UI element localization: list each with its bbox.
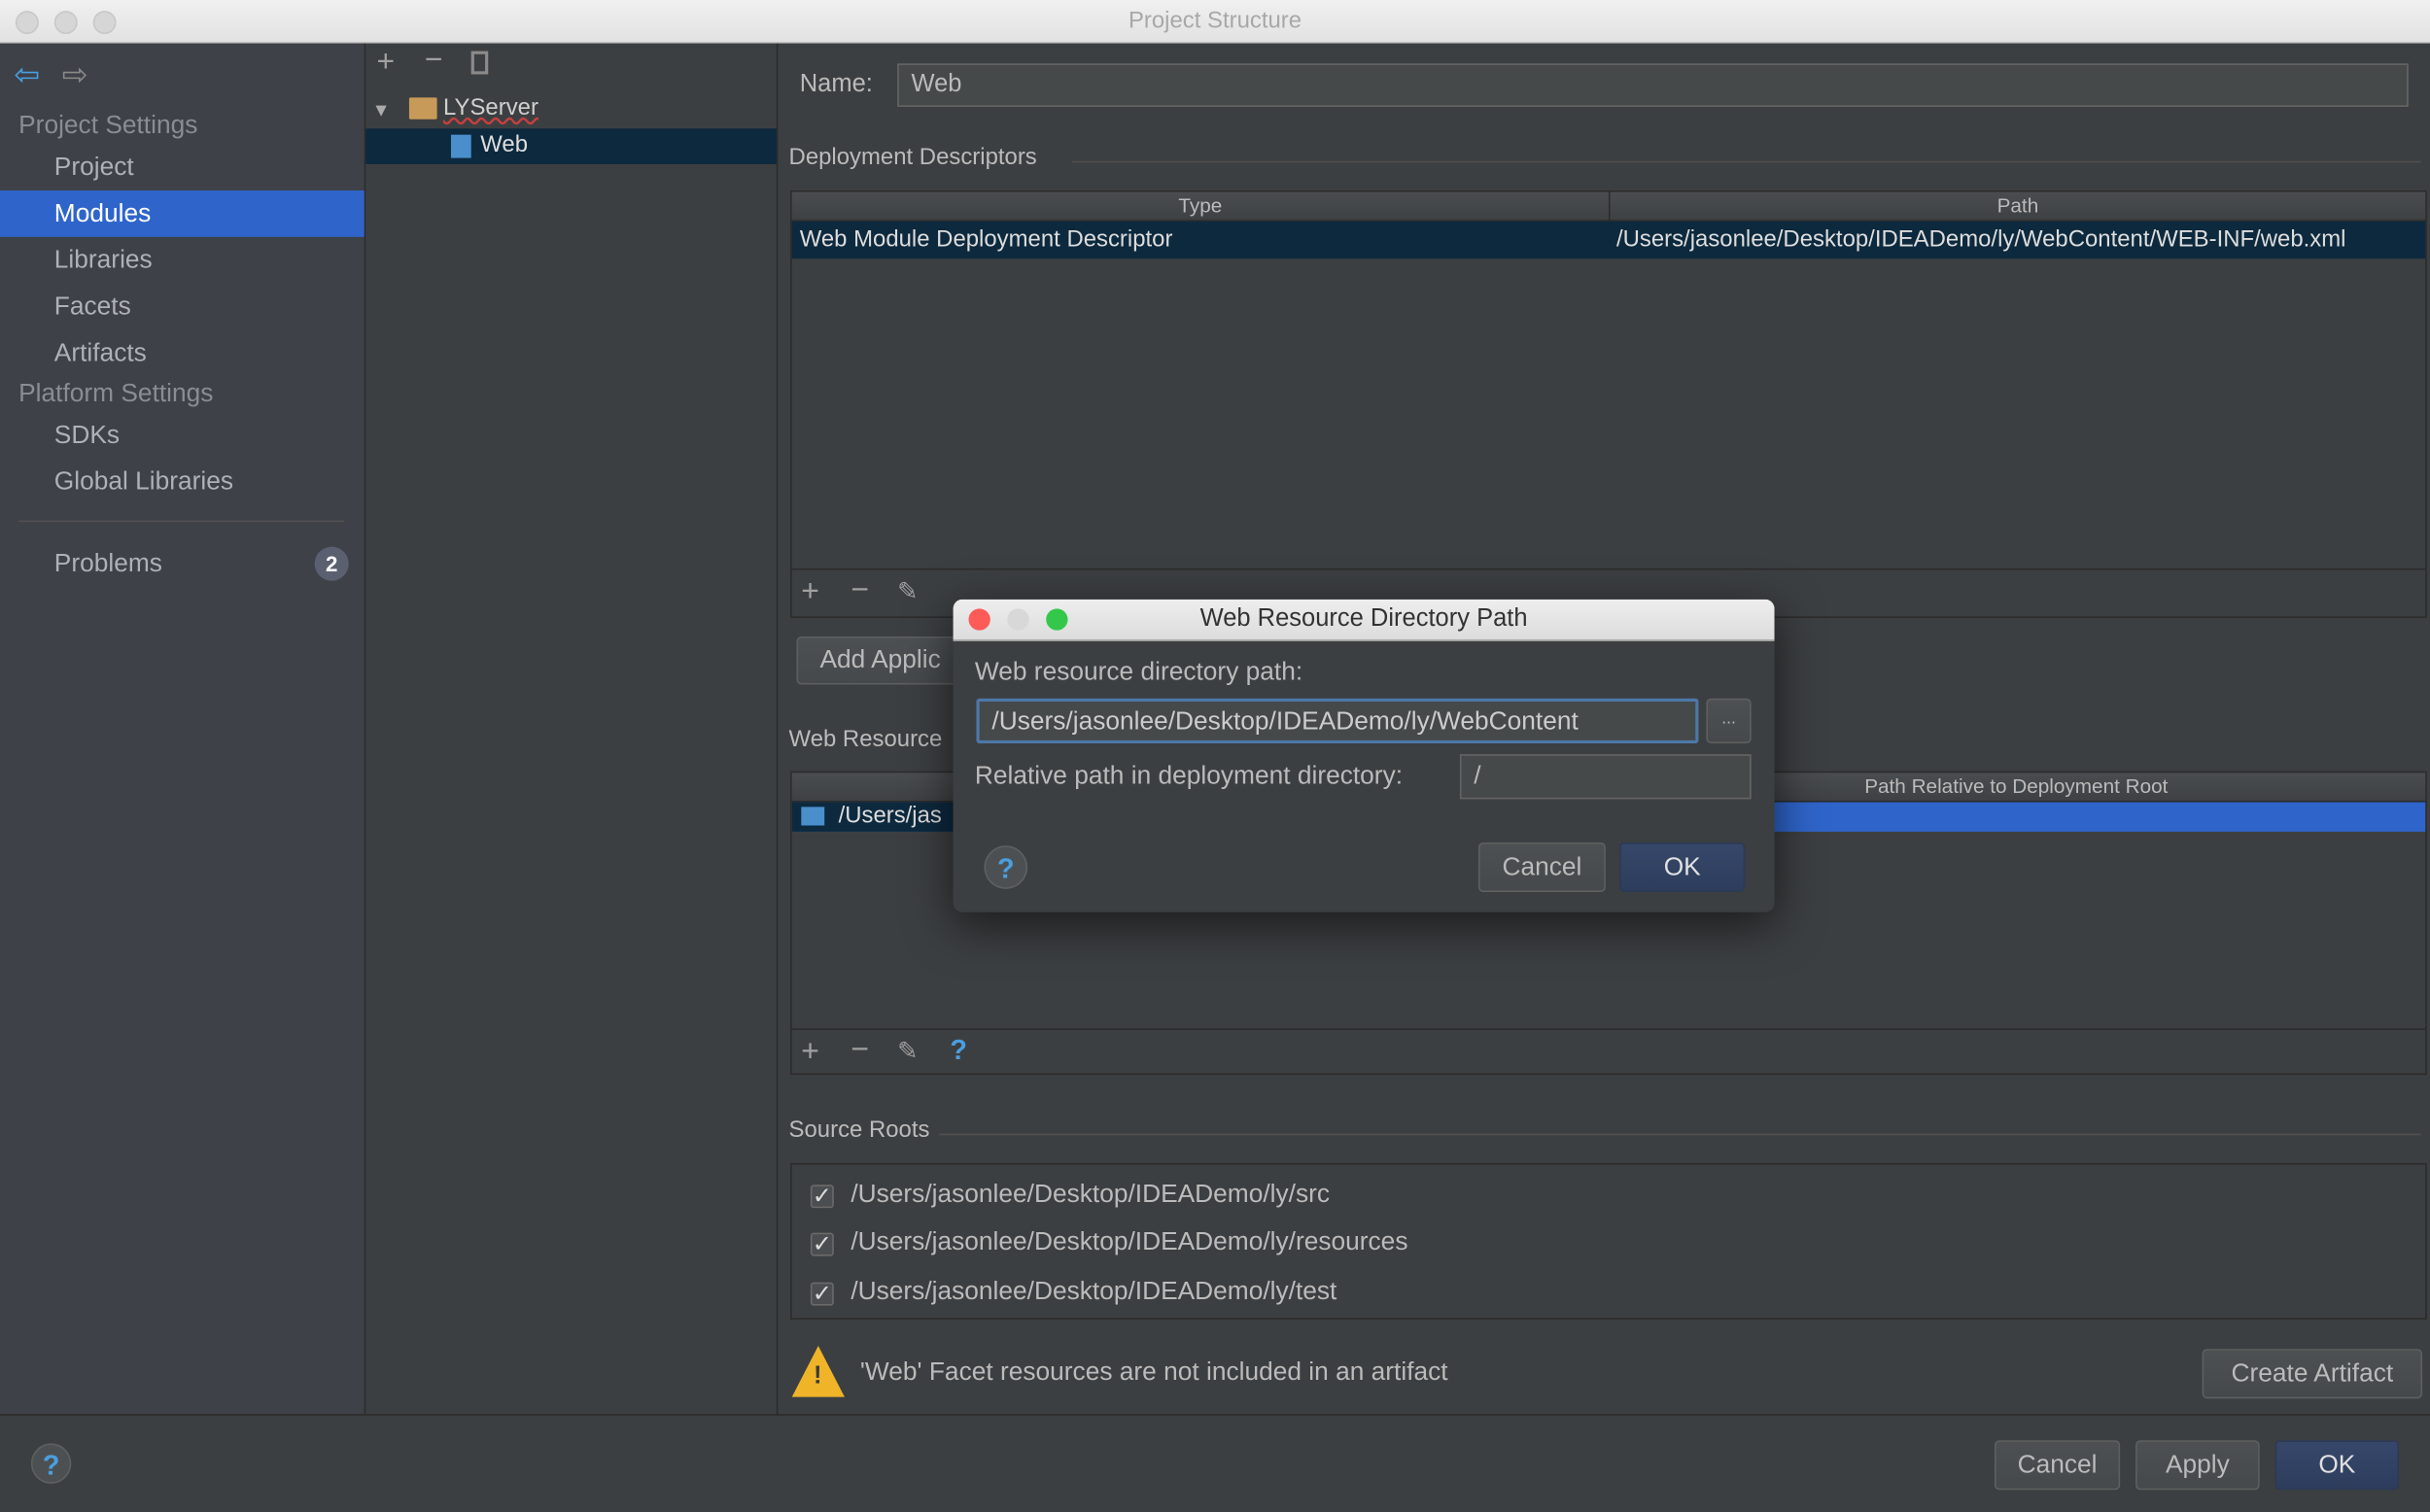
web-resource-directory-dialog: Web Resource Directory Path Web resource…: [953, 599, 1775, 912]
checkbox-checked[interactable]: ✓: [810, 1185, 834, 1208]
column-header-label: Path Relative to Deployment Root: [1864, 773, 2169, 798]
sidebar-item-problems[interactable]: Problems: [0, 540, 364, 587]
sidebar-item-project[interactable]: Project: [0, 144, 364, 190]
sidebar: ⇦ ⇨ Project Settings Project Modules Lib…: [0, 43, 366, 1415]
column-header-type[interactable]: Type: [791, 191, 1611, 222]
tree-node-lyserver[interactable]: LYServer: [443, 94, 538, 120]
descriptor-path: /Users/jasonlee/Desktop/IDEADemo/ly/WebC…: [1615, 225, 2346, 253]
add-icon[interactable]: +: [801, 574, 819, 610]
dialog-title: Web Resource Directory Path: [1199, 605, 1528, 633]
remove-icon[interactable]: −: [850, 573, 869, 609]
web-module-icon: [450, 134, 471, 158]
browse-button[interactable]: ...: [1706, 698, 1752, 744]
create-artifact-button[interactable]: Create Artifact: [2202, 1349, 2423, 1399]
ok-button[interactable]: OK: [2274, 1440, 2400, 1491]
back-arrow-icon[interactable]: ⇦: [14, 55, 40, 94]
web-folder-icon: [801, 807, 825, 826]
folder-icon: [408, 97, 437, 120]
divider: [791, 567, 2426, 570]
deployment-descriptors-heading: Deployment Descriptors: [788, 144, 1037, 171]
column-header-path[interactable]: Path: [1610, 191, 2426, 222]
web-resource-path: /Users/jas: [838, 802, 942, 829]
deployment-descriptors-table: Type Path Web Module Deployment Descript…: [790, 190, 2427, 618]
source-root-path: /Users/jasonlee/Desktop/IDEADemo/ly/test: [850, 1277, 1337, 1306]
edit-pencil-icon[interactable]: ✎: [897, 1036, 918, 1067]
edit-pencil-icon[interactable]: ✎: [897, 576, 918, 607]
source-root-path: /Users/jasonlee/Desktop/IDEADemo/ly/reso…: [850, 1227, 1408, 1256]
remove-icon[interactable]: −: [425, 44, 443, 80]
dialog-ok-button[interactable]: OK: [1619, 842, 1746, 893]
table-row[interactable]: Web Module Deployment Descriptor /Users/…: [791, 221, 2426, 259]
problems-count-badge: 2: [314, 546, 349, 581]
sidebar-item-global-libraries[interactable]: Global Libraries: [0, 459, 364, 505]
help-icon[interactable]: ?: [950, 1035, 967, 1067]
copy-icon[interactable]: [470, 51, 489, 75]
dialog-cancel-button[interactable]: Cancel: [1478, 842, 1606, 893]
divider: [1072, 160, 2421, 163]
dialog-help-button[interactable]: ?: [984, 845, 1028, 889]
path-label: Web resource directory path:: [974, 658, 1303, 687]
divider: [939, 1133, 2421, 1136]
apply-button[interactable]: Apply: [2135, 1440, 2260, 1491]
checkbox-checked[interactable]: ✓: [810, 1233, 834, 1256]
help-button[interactable]: ?: [30, 1443, 72, 1484]
source-roots-list: ✓ /Users/jasonlee/Desktop/IDEADemo/ly/sr…: [790, 1162, 2427, 1320]
relative-path-label: Relative path in deployment directory:: [974, 762, 1404, 790]
warning-message: 'Web' Facet resources are not included i…: [859, 1357, 1448, 1387]
divider: [791, 1028, 2426, 1030]
sidebar-item-libraries[interactable]: Libraries: [0, 237, 364, 284]
path-input[interactable]: /Users/jasonlee/Desktop/IDEADemo/ly/WebC…: [976, 698, 1699, 744]
forward-arrow-icon[interactable]: ⇨: [62, 55, 88, 94]
source-roots-heading: Source Roots: [788, 1117, 930, 1144]
footer: ? Cancel Apply OK: [0, 1414, 2430, 1512]
tree-node-web-row[interactable]: Web: [365, 128, 777, 164]
sidebar-item-sdks[interactable]: SDKs: [0, 412, 364, 459]
divider: [18, 520, 344, 523]
add-icon[interactable]: +: [376, 45, 395, 81]
checkbox-checked[interactable]: ✓: [810, 1283, 834, 1306]
source-root-path: /Users/jasonlee/Desktop/IDEADemo/ly/src: [850, 1180, 1331, 1209]
sidebar-item-modules[interactable]: Modules: [0, 190, 364, 237]
relative-path-input[interactable]: /: [1459, 754, 1752, 800]
tree-node-web: Web: [480, 131, 529, 158]
sidebar-item-facets[interactable]: Facets: [0, 284, 364, 330]
module-tree-panel: + − ▼ LYServer Web: [365, 43, 779, 1415]
descriptor-type: Web Module Deployment Descriptor: [799, 225, 1173, 253]
sidebar-item-artifacts[interactable]: Artifacts: [0, 329, 364, 376]
add-icon[interactable]: +: [801, 1035, 819, 1071]
dialog-title-bar: Web Resource Directory Path: [953, 599, 1775, 641]
cancel-button[interactable]: Cancel: [1994, 1440, 2121, 1491]
remove-icon[interactable]: −: [850, 1033, 869, 1069]
window-title: Project Structure: [1128, 7, 1302, 35]
warning-mark: !: [814, 1362, 822, 1390]
platform-settings-header: Platform Settings: [18, 379, 214, 408]
title-bar: Project Structure: [0, 0, 2430, 44]
name-label: Name:: [799, 71, 873, 98]
add-application-server-button[interactable]: Add Applic: [796, 636, 967, 685]
expand-arrow-icon[interactable]: ▼: [372, 99, 391, 120]
name-input[interactable]: Web: [897, 63, 2409, 107]
web-resource-heading: Web Resource: [788, 726, 943, 753]
project-settings-header: Project Settings: [18, 111, 198, 140]
